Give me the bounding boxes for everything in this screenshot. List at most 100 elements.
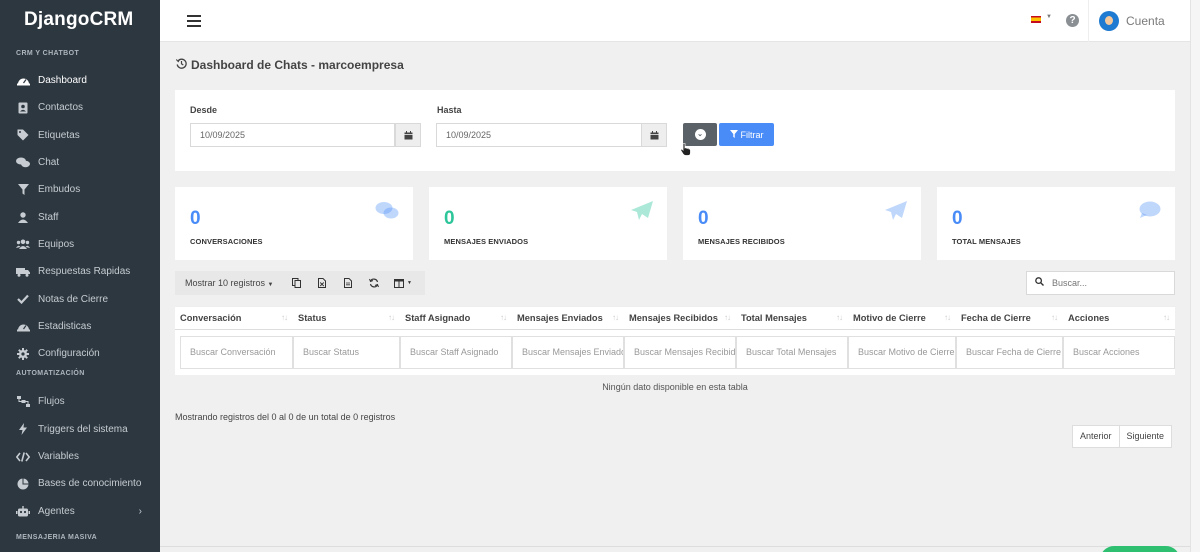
sidebar-item-etiquetas[interactable]: Etiquetas bbox=[0, 122, 160, 149]
sidebar-item-label: Bases de conocimiento bbox=[38, 478, 142, 490]
tag-icon bbox=[16, 128, 30, 142]
chat-bubbles-icon bbox=[16, 156, 30, 170]
paper-plane-icon bbox=[631, 201, 653, 224]
columns-visibility-icon[interactable]: ▼ bbox=[387, 271, 419, 295]
column-header[interactable]: Mensajes Enviados ↑↓ bbox=[512, 306, 624, 330]
next-page-button[interactable]: Siguiente bbox=[1118, 426, 1172, 447]
calendar-icon[interactable] bbox=[395, 123, 421, 147]
search-input[interactable] bbox=[1052, 278, 1162, 288]
column-header[interactable]: Status ↑↓ bbox=[293, 306, 400, 330]
caret-down-icon[interactable]: ▼ bbox=[1046, 14, 1052, 20]
sidebar-item-embudos[interactable]: Embudos bbox=[0, 176, 160, 203]
sort-icon: ↑↓ bbox=[1051, 313, 1058, 322]
sidebar-item-notas-de-cierre[interactable]: Notas de Cierre bbox=[0, 285, 160, 312]
stat-value: 0 bbox=[444, 208, 455, 229]
help-icon[interactable]: ? bbox=[1066, 14, 1079, 27]
sort-icon: ↑↓ bbox=[836, 313, 843, 322]
calendar-icon[interactable] bbox=[641, 123, 667, 147]
sidebar-item-agentes[interactable]: Agentes › bbox=[0, 497, 160, 524]
column-filter-input[interactable]: Buscar Acciones bbox=[1063, 336, 1175, 369]
sidebar-item-estadisticas[interactable]: Estadisticas bbox=[0, 313, 160, 340]
chevron-down-icon: ⌄ bbox=[694, 129, 706, 140]
brand-logo[interactable]: DjangoCRM bbox=[0, 0, 160, 40]
funnel-icon bbox=[729, 129, 738, 140]
column-filter-input[interactable]: Buscar Total Mensajes bbox=[736, 336, 848, 369]
column-filter-input[interactable]: Buscar Fecha de Cierre bbox=[956, 336, 1063, 369]
column-header[interactable]: Fecha de Cierre ↑↓ bbox=[956, 306, 1063, 330]
sitemap-icon bbox=[16, 395, 30, 409]
sidebar-item-staff[interactable]: Staff bbox=[0, 203, 160, 230]
from-date-input[interactable]: 10/09/2025 bbox=[190, 123, 395, 147]
sidebar-item-dashboard[interactable]: Dashboard bbox=[0, 67, 160, 94]
page-length-dropdown[interactable]: Mostrar 10 registros ▼ bbox=[175, 278, 283, 288]
sort-icon: ↑↓ bbox=[388, 313, 395, 322]
column-filter-input[interactable]: Buscar Status bbox=[293, 336, 400, 369]
sort-icon: ↑↓ bbox=[281, 313, 288, 322]
robot-icon bbox=[16, 504, 30, 518]
pdf-file-icon[interactable] bbox=[335, 271, 361, 295]
chat-widget-button[interactable] bbox=[1100, 546, 1180, 552]
sidebar-item-bases-de-conocimiento[interactable]: Bases de conocimiento bbox=[0, 470, 160, 497]
menu-toggle-icon[interactable] bbox=[187, 15, 201, 27]
column-filter-input[interactable]: Buscar Mensajes Enviados bbox=[512, 336, 624, 369]
sidebar-item-configuracion[interactable]: Configuración bbox=[0, 340, 160, 367]
sidebar-item-label: Embudos bbox=[38, 184, 81, 196]
sidebar-item-respuestas-rapidas[interactable]: Respuestas Rapidas bbox=[0, 258, 160, 285]
column-filter-input[interactable]: Buscar Motivo de Cierre bbox=[848, 336, 956, 369]
column-filter-input[interactable]: Buscar Conversación bbox=[180, 336, 293, 369]
scrollbar[interactable] bbox=[1190, 0, 1200, 552]
gear-icon bbox=[16, 347, 30, 361]
dashboard-icon bbox=[16, 74, 30, 88]
copy-icon[interactable] bbox=[283, 271, 309, 295]
excel-file-icon[interactable] bbox=[309, 271, 335, 295]
stat-label: MENSAJES ENVIADOS bbox=[444, 237, 529, 246]
empty-table-message: Ningún dato disponible en esta tabla bbox=[175, 375, 1175, 399]
column-filter-input[interactable]: Buscar Mensajes Recibidos bbox=[624, 336, 736, 369]
sidebar: DjangoCRM CRM Y CHATBOT Dashboard Contac… bbox=[0, 0, 160, 552]
column-header[interactable]: Motivo de Cierre ↑↓ bbox=[848, 306, 956, 330]
sidebar-item-label: Staff bbox=[38, 211, 59, 223]
sidebar-item-label: Etiquetas bbox=[38, 129, 80, 141]
previous-page-button[interactable]: Anterior bbox=[1073, 426, 1119, 447]
filter-button[interactable]: Filtrar bbox=[719, 123, 774, 146]
column-header[interactable]: Acciones ↑↓ bbox=[1063, 306, 1175, 330]
records-info: Mostrando registros del 0 al 0 de un tot… bbox=[175, 412, 396, 422]
column-header[interactable]: Total Mensajes ↑↓ bbox=[736, 306, 848, 330]
sort-icon: ↑↓ bbox=[612, 313, 619, 322]
table-search[interactable] bbox=[1026, 271, 1175, 295]
avatar bbox=[1099, 11, 1119, 31]
sort-icon: ↑↓ bbox=[944, 313, 951, 322]
sidebar-item-equipos[interactable]: Equipos bbox=[0, 231, 160, 258]
sidebar-item-variables[interactable]: Variables bbox=[0, 443, 160, 470]
search-icon bbox=[1035, 277, 1044, 289]
pie-chart-icon bbox=[16, 477, 30, 491]
to-date-input[interactable]: 10/09/2025 bbox=[436, 123, 642, 147]
spain-flag-icon[interactable] bbox=[1031, 16, 1041, 23]
sidebar-item-contactos[interactable]: Contactos bbox=[0, 94, 160, 121]
account-menu[interactable]: Cuenta bbox=[1088, 0, 1190, 42]
column-header[interactable]: Conversación ↑↓ bbox=[175, 306, 293, 330]
column-header[interactable]: Mensajes Recibidos ↑↓ bbox=[624, 306, 736, 330]
stat-card-conversaciones: 0 CONVERSACIONES bbox=[175, 187, 413, 260]
column-header[interactable]: Staff Asignado ↑↓ bbox=[400, 306, 512, 330]
stat-value: 0 bbox=[952, 208, 963, 229]
column-filter-input[interactable]: Buscar Staff Asignado bbox=[400, 336, 512, 369]
section-title-crm: CRM Y CHATBOT bbox=[16, 50, 80, 57]
page-title: Dashboard de Chats - marcoempresa bbox=[175, 58, 404, 72]
stat-value: 0 bbox=[190, 208, 201, 229]
stat-card-total-mensajes: 0 TOTAL MENSAJES bbox=[937, 187, 1175, 260]
paper-plane-icon bbox=[885, 201, 907, 224]
history-icon bbox=[175, 58, 187, 72]
sidebar-item-flujos[interactable]: Flujos bbox=[0, 388, 160, 415]
truck-icon bbox=[16, 265, 30, 279]
refresh-icon[interactable] bbox=[361, 271, 387, 295]
sidebar-item-label: Agentes bbox=[38, 505, 75, 517]
sidebar-item-chat[interactable]: Chat bbox=[0, 149, 160, 176]
section-title-mensajeria-masiva: MENSAJERIA MASIVA bbox=[16, 533, 98, 541]
footer-divider bbox=[160, 546, 1190, 547]
sidebar-item-label: Flujos bbox=[38, 396, 65, 408]
sidebar-item-triggers[interactable]: Triggers del sistema bbox=[0, 416, 160, 443]
users-icon bbox=[16, 237, 30, 251]
sort-icon: ↑↓ bbox=[724, 313, 731, 322]
date-filter-card: Desde 10/09/2025 Hasta 10/09/2025 ⌄ Filt… bbox=[175, 90, 1175, 171]
